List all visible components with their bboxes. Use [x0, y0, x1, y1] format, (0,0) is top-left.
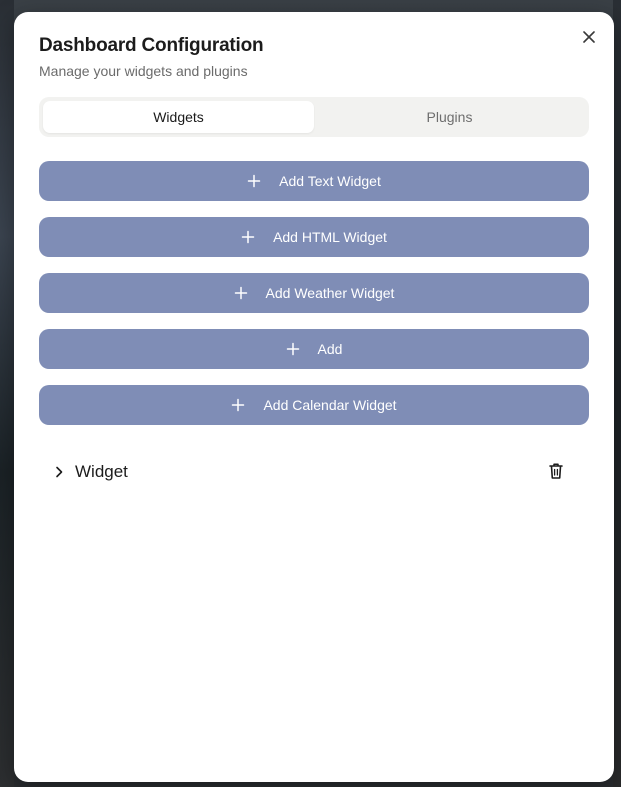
plus-icon [286, 342, 300, 356]
button-label: Add Text Widget [279, 173, 381, 189]
button-label: Add HTML Widget [273, 229, 387, 245]
plus-icon [247, 174, 261, 188]
widget-list-item: Widget [39, 454, 589, 490]
tab-widgets[interactable]: Widgets [43, 101, 314, 133]
widget-label: Widget [75, 462, 128, 481]
add-text-widget-button[interactable]: Add Text Widget [39, 161, 589, 201]
tab-list: Widgets Plugins [39, 97, 589, 137]
dialog-title: Dashboard Configuration [39, 35, 264, 56]
dashboard-config-dialog: Dashboard Configuration Manage your widg… [14, 12, 614, 782]
tab-plugins[interactable]: Plugins [314, 101, 585, 133]
background-image-right [613, 0, 621, 787]
plus-icon [231, 398, 245, 412]
trash-icon[interactable] [548, 462, 566, 480]
add-button[interactable]: Add [39, 329, 589, 369]
add-weather-widget-button[interactable]: Add Weather Widget [39, 273, 589, 313]
button-label: Add Weather Widget [265, 285, 395, 301]
close-icon [583, 31, 595, 43]
add-html-widget-button[interactable]: Add HTML Widget [39, 217, 589, 257]
button-label: Add [317, 341, 343, 357]
dialog-subtitle: Manage your widgets and plugins [39, 63, 248, 79]
plus-icon [234, 286, 248, 300]
add-calendar-widget-button[interactable]: Add Calendar Widget [39, 385, 589, 425]
button-label: Add Calendar Widget [263, 397, 397, 413]
chevron-right-icon[interactable] [51, 464, 67, 480]
background-image-left [0, 0, 14, 787]
close-button[interactable] [579, 27, 599, 47]
plus-icon [241, 230, 255, 244]
